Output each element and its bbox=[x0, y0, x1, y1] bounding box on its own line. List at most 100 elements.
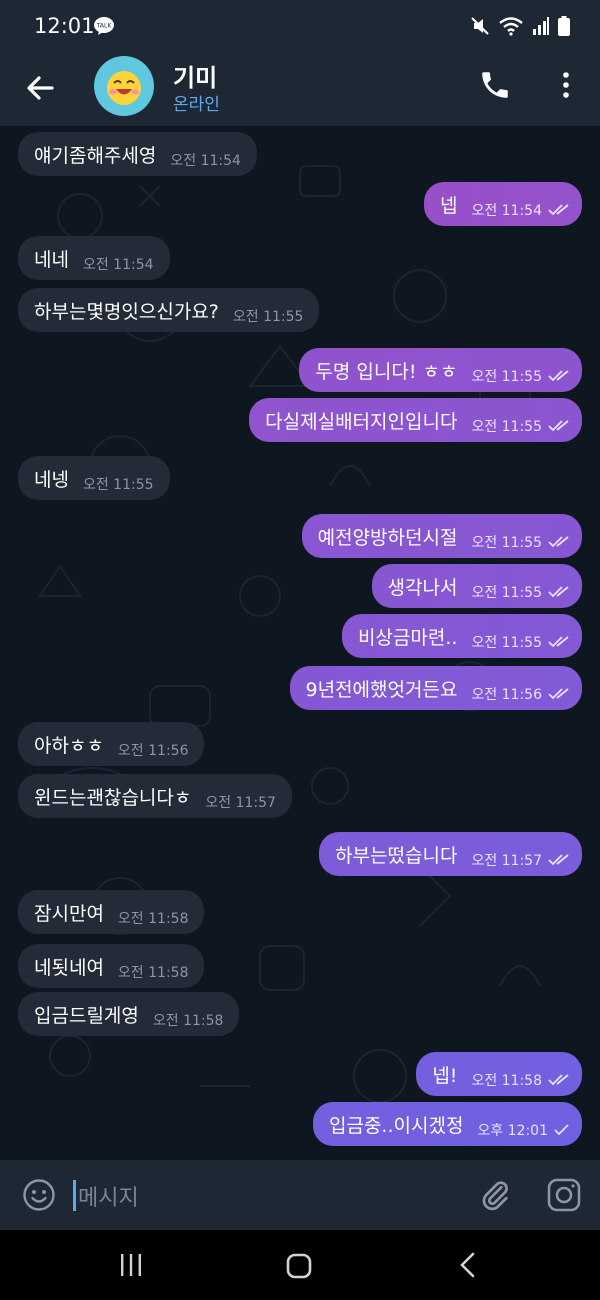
message-time: 오전 11:54 bbox=[82, 257, 154, 273]
message-text: 생각나서 bbox=[387, 576, 458, 599]
message-meta: 오전 11:54 bbox=[170, 150, 241, 170]
outgoing-message-bubble[interactable]: 넵 오전 11:54 bbox=[423, 182, 582, 226]
message-time: 오전 11:56 bbox=[471, 687, 542, 703]
message-time: 오전 11:55 bbox=[471, 585, 542, 601]
message-time: 오전 11:57 bbox=[471, 853, 542, 869]
message-text: 네넹 bbox=[34, 468, 69, 491]
message-time: 오전 11:55 bbox=[82, 477, 154, 493]
incoming-message-bubble[interactable]: 윈드는괜찮습니다ㅎ 오전 11:57 bbox=[18, 774, 292, 818]
read-check-icon bbox=[548, 636, 569, 648]
smiling-face-icon bbox=[107, 71, 141, 105]
message-meta: 오전 11:55 bbox=[471, 532, 570, 552]
outgoing-message-bubble[interactable]: 다실제실배터지인입니다 오전 11:55 bbox=[249, 398, 582, 442]
message-text: 하부는몇명잇으신가요? bbox=[34, 300, 219, 323]
emoji-icon[interactable] bbox=[22, 1178, 56, 1212]
message-text: 잠시만여 bbox=[34, 902, 104, 925]
recent-apps-icon[interactable] bbox=[118, 1252, 144, 1278]
message-text: 얘기좀해주세영 bbox=[34, 144, 157, 167]
outgoing-message-bubble[interactable]: 9년전에했엇거든요 오전 11:56 bbox=[289, 666, 582, 710]
incoming-message-bubble[interactable]: 네네 오전 11:54 bbox=[18, 236, 170, 280]
wifi-icon bbox=[499, 17, 523, 36]
paperclip-icon[interactable] bbox=[478, 1177, 512, 1213]
incoming-message-bubble[interactable]: 잠시만여 오전 11:58 bbox=[18, 890, 205, 934]
message-meta: 오전 11:56 bbox=[471, 684, 570, 704]
message-meta: 오전 11:55 bbox=[471, 582, 570, 602]
contact-name[interactable]: 기미 bbox=[173, 58, 217, 93]
outgoing-message-bubble[interactable]: 예전양방하던시절 오전 11:55 bbox=[301, 514, 582, 558]
message-text: 두명 입니다! ㅎㅎ bbox=[315, 360, 458, 383]
incoming-message-bubble[interactable]: 얘기좀해주세영 오전 11:54 bbox=[18, 132, 257, 176]
message-text: 넵! bbox=[432, 1064, 458, 1087]
message-text: 다실제실배터지인입니다 bbox=[265, 410, 458, 433]
back-arrow-icon[interactable] bbox=[22, 70, 58, 106]
message-meta: 오전 11:54 bbox=[83, 254, 154, 274]
message-time: 오전 11:55 bbox=[471, 635, 542, 651]
system-back-icon[interactable] bbox=[456, 1251, 478, 1279]
phone-icon[interactable] bbox=[478, 68, 512, 102]
outgoing-message-bubble[interactable]: 비상금마련.. 오전 11:55 bbox=[341, 614, 582, 658]
message-meta: 오전 11:57 bbox=[471, 850, 570, 870]
outgoing-message-bubble[interactable]: 두명 입니다! ㅎㅎ 오전 11:55 bbox=[299, 348, 582, 392]
mute-icon bbox=[471, 17, 489, 35]
message-time: 오후 12:01 bbox=[477, 1123, 548, 1139]
message-meta: 오전 11:58 bbox=[153, 1010, 224, 1030]
message-time: 오전 11:55 bbox=[471, 535, 542, 551]
read-check-icon bbox=[548, 204, 569, 216]
message-meta: 오후 12:01 bbox=[477, 1120, 570, 1140]
outgoing-message-bubble[interactable]: 하부는떴습니다 오전 11:57 bbox=[319, 832, 582, 876]
message-meta: 오전 11:54 bbox=[471, 200, 570, 220]
message-time: 오전 11:55 bbox=[471, 369, 542, 385]
sent-check-icon bbox=[554, 1124, 569, 1136]
status-time: 12:01 bbox=[34, 14, 95, 38]
message-meta: 오전 11:58 bbox=[471, 1070, 570, 1090]
message-meta: 오전 11:55 bbox=[471, 366, 570, 386]
message-meta: 오전 11:58 bbox=[118, 908, 189, 928]
read-check-icon bbox=[548, 420, 569, 432]
message-text: 예전양방하던시절 bbox=[317, 526, 458, 549]
message-text: 비상금마련.. bbox=[357, 626, 458, 649]
message-list[interactable]: 얘기좀해주세영 오전 11:54 넵 오전 11:54 네네 오전 11:54 하부는몇명잇… bbox=[0, 126, 600, 1160]
signal-icon bbox=[533, 17, 549, 35]
message-time: 오전 11:56 bbox=[117, 743, 189, 759]
home-icon[interactable] bbox=[285, 1252, 313, 1280]
contact-avatar[interactable] bbox=[94, 56, 154, 116]
incoming-message-bubble[interactable]: 하부는몇명잇으신가요? 오전 11:55 bbox=[18, 288, 320, 332]
kakaotalk-notification-icon: TALK bbox=[94, 17, 114, 35]
message-meta: 오전 11:56 bbox=[118, 740, 189, 760]
read-check-icon bbox=[548, 370, 569, 382]
message-time: 오전 11:58 bbox=[117, 911, 189, 927]
message-text: 9년전에했엇거든요 bbox=[305, 678, 458, 701]
camera-icon[interactable] bbox=[546, 1177, 582, 1213]
message-meta: 오전 11:55 bbox=[471, 416, 570, 436]
outgoing-message-bubble[interactable]: 생각나서 오전 11:55 bbox=[371, 564, 582, 608]
incoming-message-bubble[interactable]: 네됫네여 오전 11:58 bbox=[18, 944, 205, 988]
message-text: 윈드는괜찮습니다ㅎ bbox=[34, 786, 192, 809]
message-time: 오전 11:58 bbox=[152, 1013, 224, 1029]
status-bar: 12:01 TALK bbox=[0, 0, 600, 56]
message-composer: 메시지 bbox=[0, 1160, 600, 1230]
message-meta: 오전 11:55 bbox=[83, 474, 154, 494]
contact-status: 온라인 bbox=[173, 95, 220, 115]
incoming-message-bubble[interactable]: 아하ㅎㅎ 오전 11:56 bbox=[18, 722, 205, 766]
message-time: 오전 11:54 bbox=[170, 153, 241, 169]
message-text: 네네 bbox=[34, 248, 69, 271]
status-icons bbox=[470, 16, 570, 36]
message-meta: 오전 11:58 bbox=[118, 962, 189, 982]
message-text: 하부는떴습니다 bbox=[335, 844, 458, 867]
chat-header: 기미 온라인 bbox=[0, 56, 600, 126]
outgoing-message-bubble[interactable]: 입금중..이시겠정 오후 12:01 bbox=[312, 1102, 582, 1146]
battery-icon bbox=[558, 16, 570, 36]
incoming-message-bubble[interactable]: 입금드릴게영 오전 11:58 bbox=[18, 992, 240, 1036]
read-check-icon bbox=[548, 1074, 569, 1086]
message-time: 오전 11:58 bbox=[117, 965, 189, 981]
message-meta: 오전 11:55 bbox=[471, 632, 570, 652]
message-input[interactable]: 메시지 bbox=[78, 1180, 139, 1212]
read-check-icon bbox=[548, 536, 569, 548]
message-time: 오전 11:58 bbox=[471, 1073, 542, 1089]
incoming-message-bubble[interactable]: 네넹 오전 11:55 bbox=[18, 456, 170, 500]
message-meta: 오전 11:57 bbox=[205, 792, 276, 812]
text-cursor bbox=[73, 1180, 76, 1211]
message-time: 오전 11:54 bbox=[471, 203, 542, 219]
outgoing-message-bubble[interactable]: 넵! 오전 11:58 bbox=[416, 1052, 582, 1096]
more-options-icon[interactable] bbox=[556, 70, 576, 100]
